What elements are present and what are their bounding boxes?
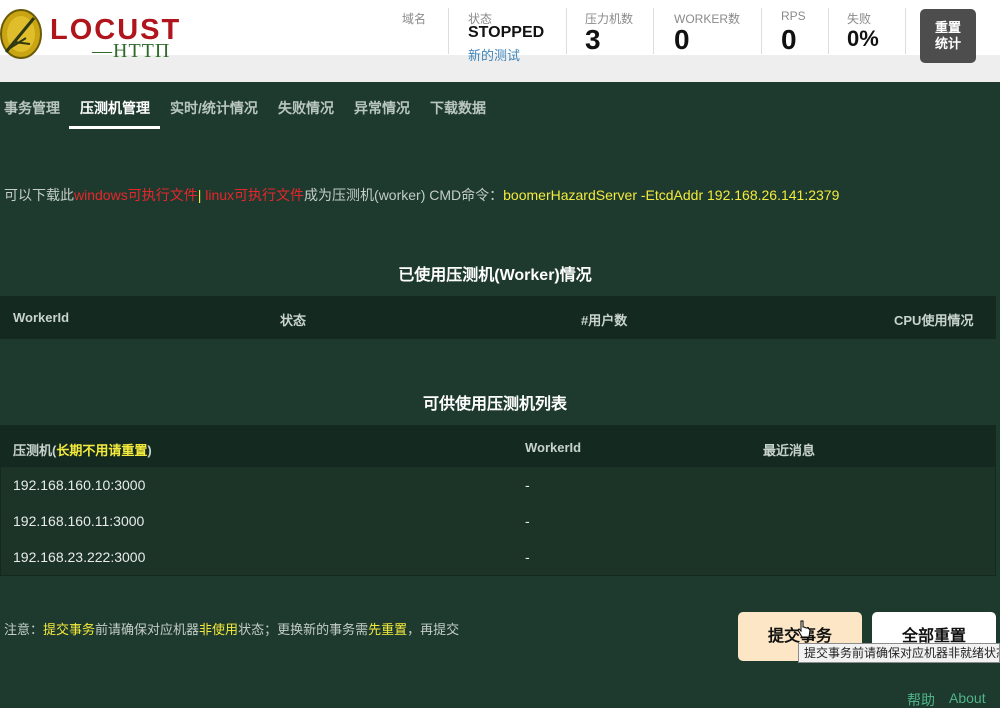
col-worker-id: WorkerId [525, 440, 582, 455]
worker-command: boomerHazardServer -EtcdAddr 192.168.26.… [503, 187, 840, 203]
used-workers-table: WorkerId 状态 #用户数 CPU使用情况 [0, 296, 996, 339]
reset-stats-line2: 统计 [934, 36, 961, 51]
tab-bar: 事务管理 压测机管理 实时/统计情况 失败情况 异常情况 下载数据 [0, 82, 1000, 130]
available-workers-header: 压测机(长期不用请重置) WorkerId 最近消息 [1, 426, 995, 467]
stat-rps: RPS 0 [781, 0, 831, 62]
col-machine: 压测机(长期不用请重置) [13, 443, 152, 458]
stat-host: 域名 [400, 0, 446, 62]
windows-download-link[interactable]: windows可执行文件 [74, 187, 198, 203]
host-label: 域名 [402, 12, 427, 26]
machine-address: 192.168.160.10:3000 [13, 477, 146, 493]
linux-download-link[interactable]: linux可执行文件 [201, 187, 304, 203]
download-line: 可以下载此windows可执行文件| linux可执行文件成为压测机(worke… [4, 185, 839, 205]
worker-id: - [525, 477, 530, 493]
used-workers-title: 已使用压测机(Worker)情况 [398, 267, 592, 284]
table-row[interactable]: 192.168.160.11:3000 - [1, 503, 995, 539]
download-prefix: 可以下载此 [4, 187, 74, 203]
divider [448, 8, 449, 54]
tab-exceptions[interactable]: 异常情况 [354, 98, 410, 118]
stat-status: 状态 STOPPED 新的测试 [468, 0, 568, 64]
tab-download[interactable]: 下载数据 [430, 98, 486, 118]
reset-stats-button[interactable]: 重置 统计 [920, 9, 976, 63]
notice-text: 注意：提交事务前请确保对应机器非使用状态；更换新的事务需先重置，再提交 [4, 622, 460, 637]
stat-workers: WORKER数 0 [674, 0, 764, 62]
header: LOCUST —HTTП 域名 状态 STOPPED 新的测试 压力机数 3 W… [0, 0, 1000, 82]
locust-logo-icon [0, 9, 42, 59]
logo[interactable]: LOCUST —HTTП [0, 6, 200, 62]
available-workers-title: 可供使用压测机列表 [422, 396, 567, 413]
col-cpu: CPU使用情况 [894, 313, 974, 328]
logo-subtitle: —HTTП [92, 40, 171, 62]
used-workers-header: WorkerId 状态 #用户数 CPU使用情况 [1, 297, 995, 339]
col-status: 状态 [280, 313, 307, 328]
download-middle: 成为压测机(worker) CMD命令： [304, 187, 504, 203]
about-link[interactable]: About [949, 690, 986, 706]
stat-failures: 失败 0% [847, 0, 907, 62]
tab-transactions[interactable]: 事务管理 [4, 98, 60, 118]
failures-label: 失败 [847, 12, 872, 26]
available-workers-table: 压测机(长期不用请重置) WorkerId 最近消息 192.168.160.1… [0, 425, 996, 576]
col-users: #用户数 [581, 313, 628, 328]
new-test-link[interactable]: 新的测试 [468, 45, 520, 64]
worker-id: - [525, 513, 530, 529]
submit-tooltip: 提交事务前请确保对应机器非就绪状态 [798, 643, 1000, 663]
col-worker-id: WorkerId [13, 310, 70, 325]
divider [905, 8, 906, 54]
divider [653, 8, 654, 54]
machine-address: 192.168.160.11:3000 [13, 513, 145, 529]
hand-cursor-icon [797, 620, 811, 638]
machines-value: 3 [585, 24, 601, 55]
status-value: STOPPED [468, 24, 545, 41]
divider [761, 8, 762, 54]
stat-machines: 压力机数 3 [585, 0, 655, 62]
reset-stats-line1: 重置 [934, 20, 961, 35]
machine-address: 192.168.23.222:3000 [13, 549, 146, 565]
rps-value: 0 [781, 24, 797, 55]
active-tab-indicator [69, 126, 160, 129]
table-row[interactable]: 192.168.160.10:3000 - [1, 467, 995, 503]
tab-stats[interactable]: 实时/统计情况 [170, 98, 258, 118]
divider [828, 8, 829, 54]
tab-workers[interactable]: 压测机管理 [80, 98, 150, 118]
col-last-message: 最近消息 [763, 443, 816, 458]
tab-failures[interactable]: 失败情况 [278, 98, 334, 118]
divider [566, 8, 567, 54]
rps-label: RPS [781, 9, 806, 23]
worker-id: - [525, 549, 530, 565]
col-machine-hint: 长期不用请重置 [56, 443, 148, 458]
failures-value: 0% [847, 26, 879, 51]
workers-value: 0 [674, 24, 690, 55]
help-link[interactable]: 帮助 [907, 690, 935, 708]
table-row[interactable]: 192.168.23.222:3000 - [1, 539, 995, 575]
